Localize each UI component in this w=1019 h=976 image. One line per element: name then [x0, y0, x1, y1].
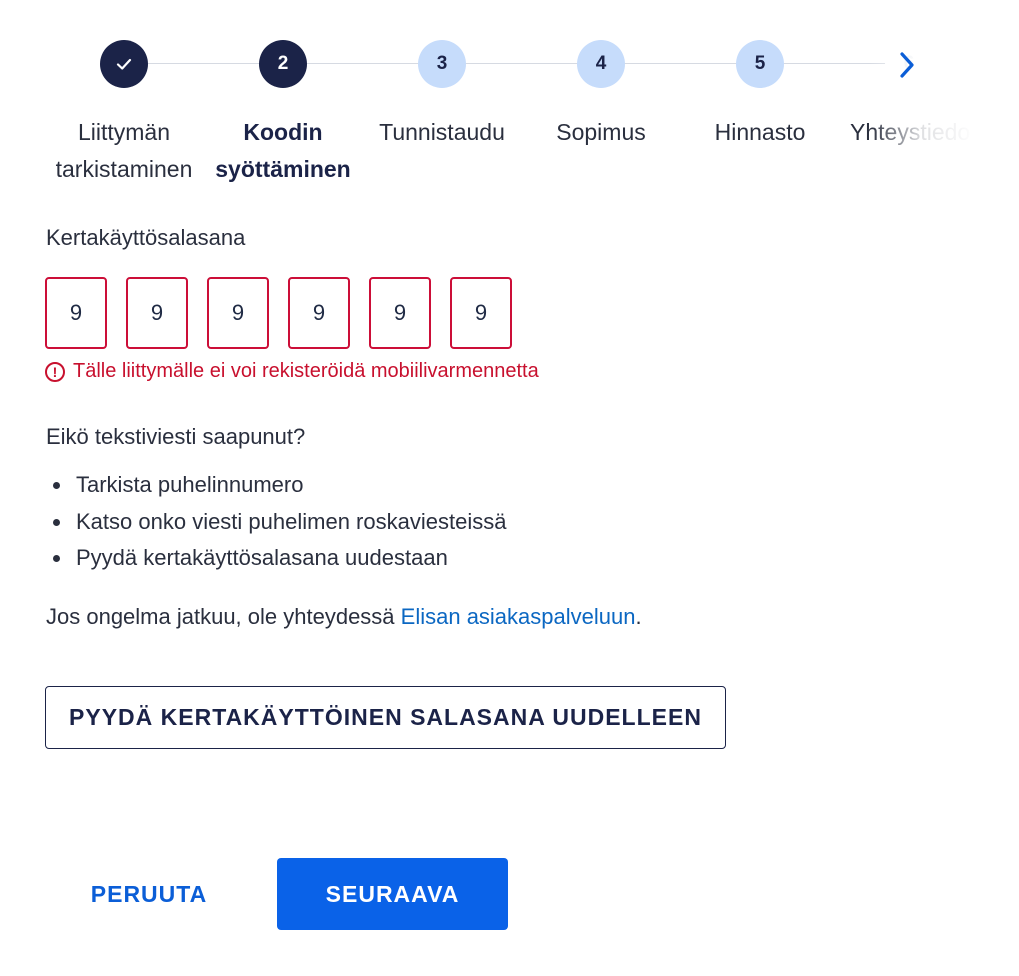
resend-code-button[interactable]: PYYDÄ KERTAKÄYTTÖINEN SALASANA UUDELLEEN	[45, 686, 726, 749]
otp-digit-3[interactable]: 9	[207, 277, 269, 349]
otp-error-message: ! Tälle liittymälle ei voi rekisteröidä …	[45, 360, 539, 383]
cancel-button[interactable]: PERUUTA	[72, 858, 226, 930]
stepper-scroll-next-button[interactable]	[890, 48, 924, 82]
otp-label: Kertakäyttösalasana	[46, 225, 246, 250]
step-4-indicator: 4	[577, 40, 625, 88]
step-1-label: Liittymän tarkistaminen	[55, 119, 193, 182]
progress-stepper: Liittymän tarkistaminen 2 Koodin syöttäm…	[0, 0, 1019, 200]
step-2-label: Koodin syöttäminen	[215, 119, 351, 182]
check-icon	[116, 58, 132, 70]
step-5-label: Hinnasto	[714, 119, 806, 145]
next-button[interactable]: SEURAAVA	[277, 858, 508, 930]
otp-digit-5[interactable]: 9	[369, 277, 431, 349]
step-1-indicator	[100, 40, 148, 88]
otp-digit-4[interactable]: 9	[288, 277, 350, 349]
list-item: Katso onko viesti puhelimen roskaviestei…	[46, 504, 506, 541]
step-2-indicator: 2	[259, 40, 307, 88]
otp-digit-1[interactable]: 9	[45, 277, 107, 349]
customer-service-link[interactable]: Elisan asiakaspalveluun	[401, 604, 636, 629]
list-item: Pyydä kertakäyttösalasana uudestaan	[46, 540, 506, 577]
otp-input-group: 9 9 9 9 9 9	[45, 277, 512, 349]
help-list: Tarkista puhelinnumero Katso onko viesti…	[46, 467, 506, 577]
exclamation-circle-icon: !	[45, 361, 65, 382]
step-4-label: Sopimus	[556, 119, 646, 145]
step-3-indicator: 3	[418, 40, 466, 88]
list-item: Tarkista puhelinnumero	[46, 467, 506, 504]
contact-text: Jos ongelma jatkuu, ole yhteydessä Elisa…	[46, 604, 642, 629]
step-3-label: Tunnistaudu	[379, 119, 505, 145]
otp-digit-6[interactable]: 9	[450, 277, 512, 349]
help-title: Eikö tekstiviesti saapunut?	[46, 424, 306, 449]
step-5-indicator: 5	[736, 40, 784, 88]
chevron-right-icon	[900, 52, 914, 78]
otp-digit-2[interactable]: 9	[126, 277, 188, 349]
error-text: Tälle liittymälle ei voi rekisteröidä mo…	[73, 360, 539, 382]
